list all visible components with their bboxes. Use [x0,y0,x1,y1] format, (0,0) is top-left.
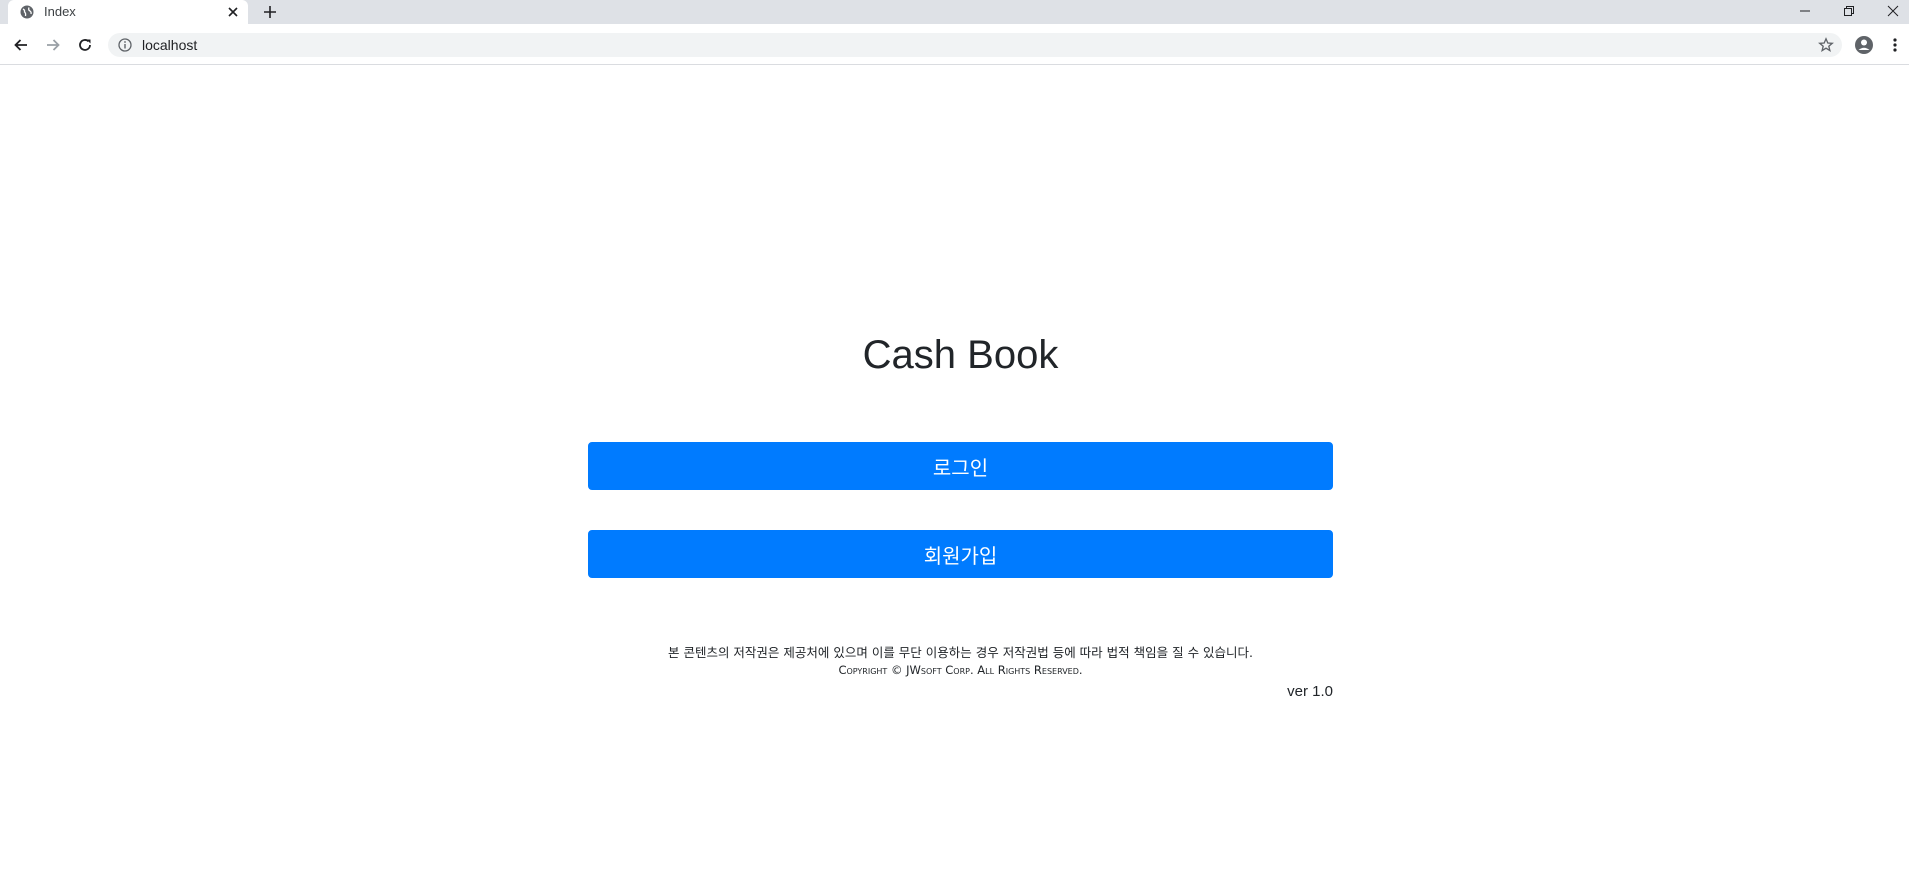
url-text: localhost [142,37,198,53]
address-bar[interactable]: localhost [108,33,1842,57]
browser-toolbar: localhost [0,24,1909,65]
login-button[interactable]: 로그인 [588,442,1333,490]
info-icon[interactable] [118,38,132,52]
forward-arrow-icon[interactable] [43,35,63,55]
signup-button[interactable]: 회원가입 [588,530,1333,578]
browser-tab[interactable]: Index [8,0,248,24]
page-title: Cash Book [862,333,1059,377]
close-icon[interactable] [226,5,240,19]
restore-icon[interactable] [1827,0,1871,22]
star-icon[interactable] [1818,37,1834,53]
reload-icon[interactable] [75,35,95,55]
profile-icon[interactable] [1854,35,1874,55]
copyright-line: Copyright © JWsoft Corp. All Rights Rese… [838,663,1083,677]
plus-icon[interactable] [262,4,278,20]
back-arrow-icon[interactable] [11,35,31,55]
version-label: ver 1.0 [1287,683,1333,700]
browser-tabstrip: Index [0,0,1909,24]
copyright-notice: 본 콘텐츠의 저작권은 제공처에 있으며 이를 무단 이용하는 경우 저작권법 … [667,645,1254,660]
more-vert-icon[interactable] [1888,35,1902,55]
window-close-icon[interactable] [1871,0,1909,22]
minimize-icon[interactable] [1783,0,1827,22]
globe-icon [20,5,34,19]
tab-title: Index [44,4,76,19]
